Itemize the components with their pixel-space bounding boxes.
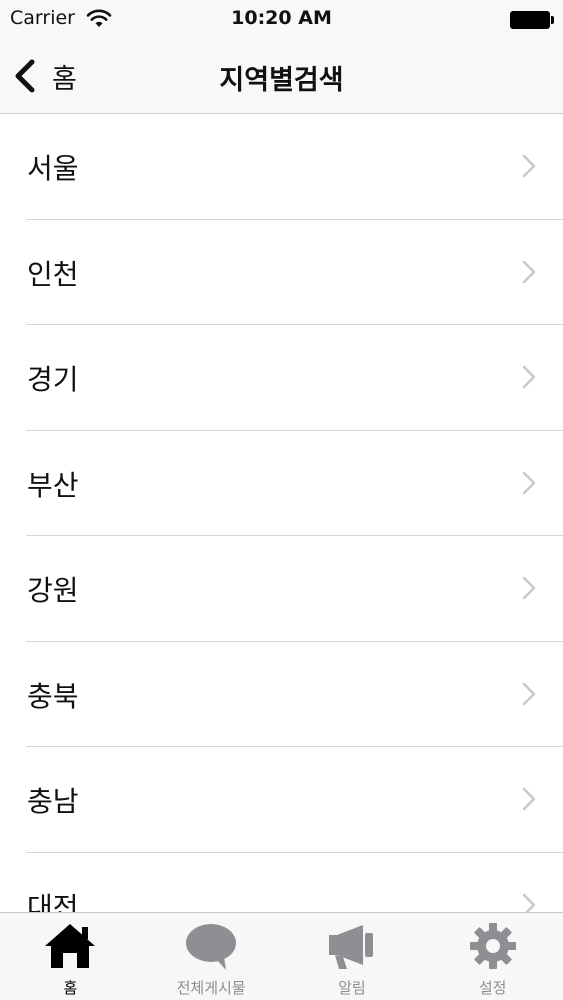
tab-bar: 홈 전체게시물 알림 설정 [0,912,563,1000]
house-icon [45,924,96,968]
list-item-incheon[interactable]: 인천 [0,220,563,326]
list-item-chungnam[interactable]: 충남 [0,747,563,853]
chevron-right-icon [522,260,536,283]
tab-home[interactable]: 홈 [0,913,141,1000]
list-item-label: 경기 [27,363,79,396]
chevron-right-icon [522,471,536,494]
navigation-bar: 홈 지역별검색 [0,40,563,114]
chevron-right-icon [522,365,536,389]
list-item-label: 충북 [27,679,79,713]
list-item-label: 인천 [27,257,79,291]
page-title: 지역별검색 [219,65,344,96]
list-item-label: 대전 [27,890,79,913]
list-item-seoul[interactable]: 서울 [0,114,563,220]
list-item-label: 충남 [27,785,79,818]
tab-settings[interactable]: 설정 [422,913,563,1000]
tab-label: 알림 [338,979,366,997]
status-bar: Carrier 10:20 AM [0,0,563,40]
chevron-right-icon [522,893,536,912]
list-item-label: 강원 [27,574,79,607]
tab-all-posts[interactable]: 전체게시물 [141,913,282,1000]
region-list: 서울 인천 경기 부산 강원 충북 충남 대전 [0,114,563,912]
list-item-chungbuk[interactable]: 충북 [0,642,563,748]
speech-bubble-icon [186,924,237,970]
list-item-daejeon[interactable]: 대전 [0,853,563,913]
list-item-label: 서울 [27,152,79,185]
tab-label: 홈 [63,979,78,997]
tab-notifications[interactable]: 알림 [282,913,423,1000]
status-time: 10:20 AM [231,7,332,29]
chevron-right-icon [522,682,536,705]
chevron-right-icon [522,576,536,600]
list-item-gangwon[interactable]: 강원 [0,536,563,642]
screen: Carrier 10:20 AM 홈 지역별검색 서울 인천 경기 부산 강원 … [0,0,563,1000]
tab-label: 설정 [478,979,507,997]
battery-icon [510,11,554,29]
chevron-right-icon [522,154,536,178]
megaphone-icon [328,925,373,969]
list-item-gyeonggi[interactable]: 경기 [0,325,563,431]
list-item-busan[interactable]: 부산 [0,431,563,537]
chevron-right-icon [522,787,536,811]
list-item-label: 부산 [27,468,79,502]
tab-label: 전체게시물 [176,979,246,997]
gear-icon [469,923,516,969]
